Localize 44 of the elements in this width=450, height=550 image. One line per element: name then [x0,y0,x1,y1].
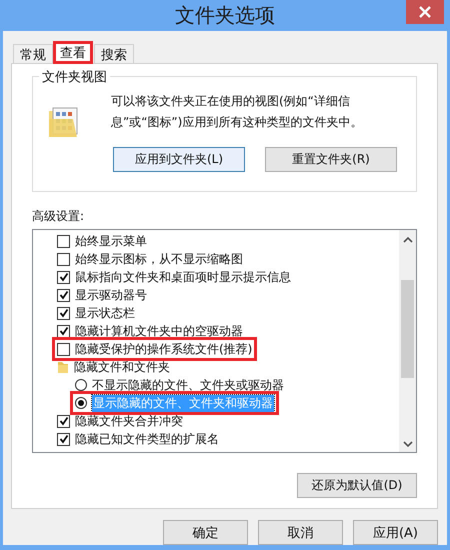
restore-defaults-button[interactable]: 还原为默认值(D) [297,473,417,498]
group-label: 隐藏文件和文件夹 [74,358,170,376]
scrollbar[interactable] [399,230,416,452]
settings-list[interactable]: 始终显示菜单 始终显示图标，从不显示缩略图 鼠标指向文件夹和桌面项时显示提示信息 显示驱动器号 显示状态栏 隐藏计算机文件夹中的空驱动器 隐藏受保护的操作系统文件(推荐) 隐藏文件和文件夹 不显示隐藏的文件、文件夹或驱动器 显示隐藏的文件、文件夹和驱动器 隐藏文件夹合并冲突 隐藏已知文件类型的扩展名 [32,229,417,453]
close-icon [419,6,431,18]
radio-button[interactable] [75,379,87,391]
ok-button[interactable]: 确定 [163,520,248,545]
cancel-button[interactable]: 取消 [258,520,343,545]
option-label: 隐藏计算机文件夹中的空驱动器 [75,322,243,340]
option-label: 始终显示图标，从不显示缩略图 [75,250,243,268]
checkbox[interactable] [57,414,70,428]
checkbox[interactable] [57,342,70,356]
option-label: 隐藏已知文件类型的扩展名 [75,430,219,448]
checkbox[interactable] [57,432,70,446]
checkbox[interactable] [57,288,70,302]
option-label: 显示驱动器号 [75,286,147,304]
description-text: 可以将该文件夹正在使用的视图(例如“详细信息”或“图标”)应用到所有这种类型的文件夹中。 [111,93,364,131]
checkbox[interactable] [57,234,70,248]
option-label: 隐藏受保护的操作系统文件(推荐) [75,340,252,358]
checkbox[interactable] [57,252,70,266]
checkbox[interactable] [57,270,70,284]
reset-folders-button[interactable]: 重置文件夹(R) [265,147,397,172]
radio-button[interactable] [75,397,87,409]
scroll-down-icon[interactable] [402,440,412,448]
scroll-up-icon[interactable] [402,236,412,244]
option-label: 显示隐藏的文件、文件夹和驱动器 [92,394,274,412]
window-title: 文件夹选项 [175,2,275,29]
tab[interactable]: 常规 [13,44,53,64]
checkbox[interactable] [57,306,70,320]
option-label: 显示状态栏 [75,304,135,322]
checkbox[interactable] [57,324,70,338]
tab[interactable]: 搜索 [94,44,134,64]
folder-icon [57,360,69,374]
tab[interactable]: 查看 [53,41,93,64]
option-label: 隐藏文件夹合并冲突 [75,412,183,430]
scrollbar-thumb[interactable] [401,280,414,378]
apply-to-folders-button[interactable]: 应用到文件夹(L) [113,147,245,172]
close-button[interactable] [406,0,444,24]
option-label: 不显示隐藏的文件、文件夹或驱动器 [92,376,284,394]
group-title: 文件夹视图 [39,68,110,86]
apply-button[interactable]: 应用(A) [353,520,438,545]
option-label: 鼠标指向文件夹和桌面项时显示提示信息 [75,268,291,286]
section-label: 高级设置: [32,208,86,225]
option-label: 始终显示菜单 [75,232,147,250]
